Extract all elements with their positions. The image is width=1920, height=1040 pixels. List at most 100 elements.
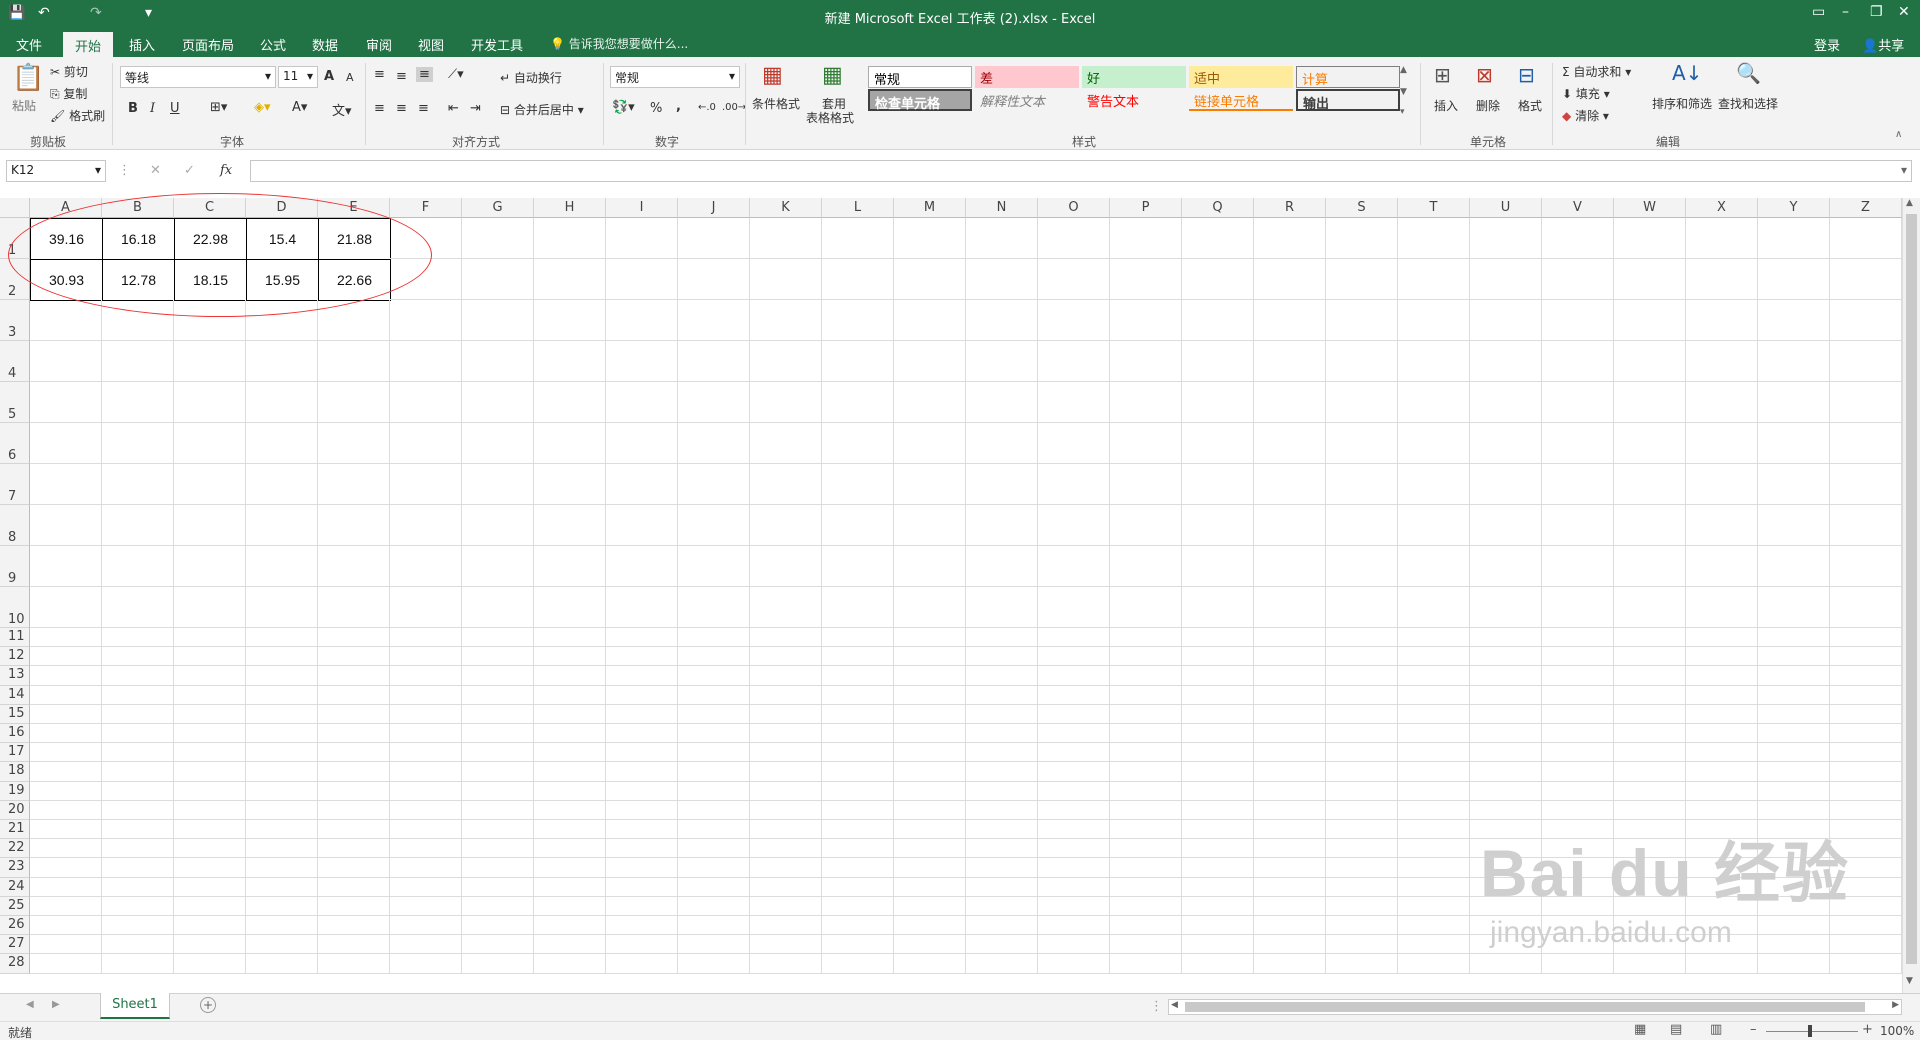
cell-o11[interactable] (1038, 628, 1110, 648)
cell-i28[interactable] (606, 954, 678, 974)
cell-r13[interactable] (1254, 666, 1326, 686)
cell-q3[interactable] (1182, 300, 1254, 341)
cell-s3[interactable] (1326, 300, 1398, 341)
cell-g17[interactable] (462, 743, 534, 763)
cell-g18[interactable] (462, 762, 534, 782)
decrease-decimal-icon[interactable]: .00→ (722, 102, 746, 113)
cell-b27[interactable] (102, 935, 174, 955)
cell-r4[interactable] (1254, 341, 1326, 382)
row-header-7[interactable]: 7 (0, 464, 30, 505)
cell-r26[interactable] (1254, 916, 1326, 936)
cell-k11[interactable] (750, 628, 822, 648)
cell-n18[interactable] (966, 762, 1038, 782)
cell-m8[interactable] (894, 505, 966, 546)
row-header-14[interactable]: 14 (0, 685, 30, 705)
cell-j17[interactable] (678, 743, 750, 763)
cell-b9[interactable] (102, 546, 174, 587)
cell-h22[interactable] (534, 839, 606, 859)
zoom-in-icon[interactable]: + (1862, 1022, 1873, 1037)
row-header-16[interactable]: 16 (0, 724, 30, 744)
cell-d14[interactable] (246, 685, 318, 705)
cell-e20[interactable] (318, 800, 390, 820)
cell-g10[interactable] (462, 587, 534, 628)
cell-y12[interactable] (1758, 647, 1830, 667)
cell-q16[interactable] (1182, 724, 1254, 744)
sign-in-link[interactable]: 登录 (1814, 35, 1840, 54)
cell-r8[interactable] (1254, 505, 1326, 546)
cell-j6[interactable] (678, 423, 750, 464)
cell-l23[interactable] (822, 858, 894, 878)
zoom-level[interactable]: 100% (1880, 1024, 1914, 1038)
cell-v10[interactable] (1542, 587, 1614, 628)
cell-o22[interactable] (1038, 839, 1110, 859)
cell-f19[interactable] (390, 781, 462, 801)
cell-s11[interactable] (1326, 628, 1398, 648)
cell-f3[interactable] (390, 300, 462, 341)
cell-l10[interactable] (822, 587, 894, 628)
row-header-4[interactable]: 4 (0, 341, 30, 382)
format-cells-icon[interactable]: ⊟ (1518, 63, 1535, 87)
cell-w10[interactable] (1614, 587, 1686, 628)
underline-button[interactable]: U (170, 101, 180, 116)
cell-r20[interactable] (1254, 800, 1326, 820)
cell-d11[interactable] (246, 628, 318, 648)
cell-z19[interactable] (1830, 781, 1902, 801)
align-top-icon[interactable]: ≡ (374, 67, 385, 82)
cell-l15[interactable] (822, 704, 894, 724)
cell-d19[interactable] (246, 781, 318, 801)
cell-o7[interactable] (1038, 464, 1110, 505)
cell-i19[interactable] (606, 781, 678, 801)
cell-g4[interactable] (462, 341, 534, 382)
cell-a28[interactable] (30, 954, 102, 974)
row-header-8[interactable]: 8 (0, 505, 30, 546)
cell-z12[interactable] (1830, 647, 1902, 667)
cell-b16[interactable] (102, 724, 174, 744)
cell-g25[interactable] (462, 896, 534, 916)
select-all-corner[interactable] (0, 198, 30, 218)
cell-l26[interactable] (822, 916, 894, 936)
cell-j4[interactable] (678, 341, 750, 382)
cell-o17[interactable] (1038, 743, 1110, 763)
row-header-27[interactable]: 27 (0, 935, 30, 955)
cell-s18[interactable] (1326, 762, 1398, 782)
cell-j14[interactable] (678, 685, 750, 705)
format-as-table-button-2[interactable]: 表格格式 (806, 109, 854, 126)
cell-m16[interactable] (894, 724, 966, 744)
cell-v12[interactable] (1542, 647, 1614, 667)
cell-f10[interactable] (390, 587, 462, 628)
cell-v5[interactable] (1542, 382, 1614, 423)
cell-i27[interactable] (606, 935, 678, 955)
cell-y2[interactable] (1758, 259, 1830, 300)
cell-s20[interactable] (1326, 800, 1398, 820)
cell-r21[interactable] (1254, 820, 1326, 840)
row-header-12[interactable]: 12 (0, 647, 30, 667)
cell-v13[interactable] (1542, 666, 1614, 686)
italic-button[interactable]: I (150, 101, 155, 116)
cell-j2[interactable] (678, 259, 750, 300)
cell-h11[interactable] (534, 628, 606, 648)
cell-c9[interactable] (174, 546, 246, 587)
font-color-icon[interactable]: A▾ (292, 100, 307, 115)
cell-c22[interactable] (174, 839, 246, 859)
format-painter-button[interactable]: 🖌 格式刷 (50, 107, 105, 124)
phonetic-icon[interactable]: 文▾ (332, 100, 352, 119)
cell-j18[interactable] (678, 762, 750, 782)
cell-j8[interactable] (678, 505, 750, 546)
cell-s15[interactable] (1326, 704, 1398, 724)
cell-o14[interactable] (1038, 685, 1110, 705)
cell-l25[interactable] (822, 896, 894, 916)
cell-d15[interactable] (246, 704, 318, 724)
cancel-icon[interactable]: ✕ (150, 163, 161, 178)
cell-k17[interactable] (750, 743, 822, 763)
cell-i24[interactable] (606, 877, 678, 897)
align-right-icon[interactable]: ≡ (418, 101, 429, 116)
cell-n1[interactable] (966, 218, 1038, 259)
cell-l11[interactable] (822, 628, 894, 648)
cell-c26[interactable] (174, 916, 246, 936)
conditional-format-icon[interactable]: ▦ (762, 63, 783, 88)
cell-u18[interactable] (1470, 762, 1542, 782)
cell-b25[interactable] (102, 896, 174, 916)
cell-n5[interactable] (966, 382, 1038, 423)
cell-x1[interactable] (1686, 218, 1758, 259)
cell-x14[interactable] (1686, 685, 1758, 705)
